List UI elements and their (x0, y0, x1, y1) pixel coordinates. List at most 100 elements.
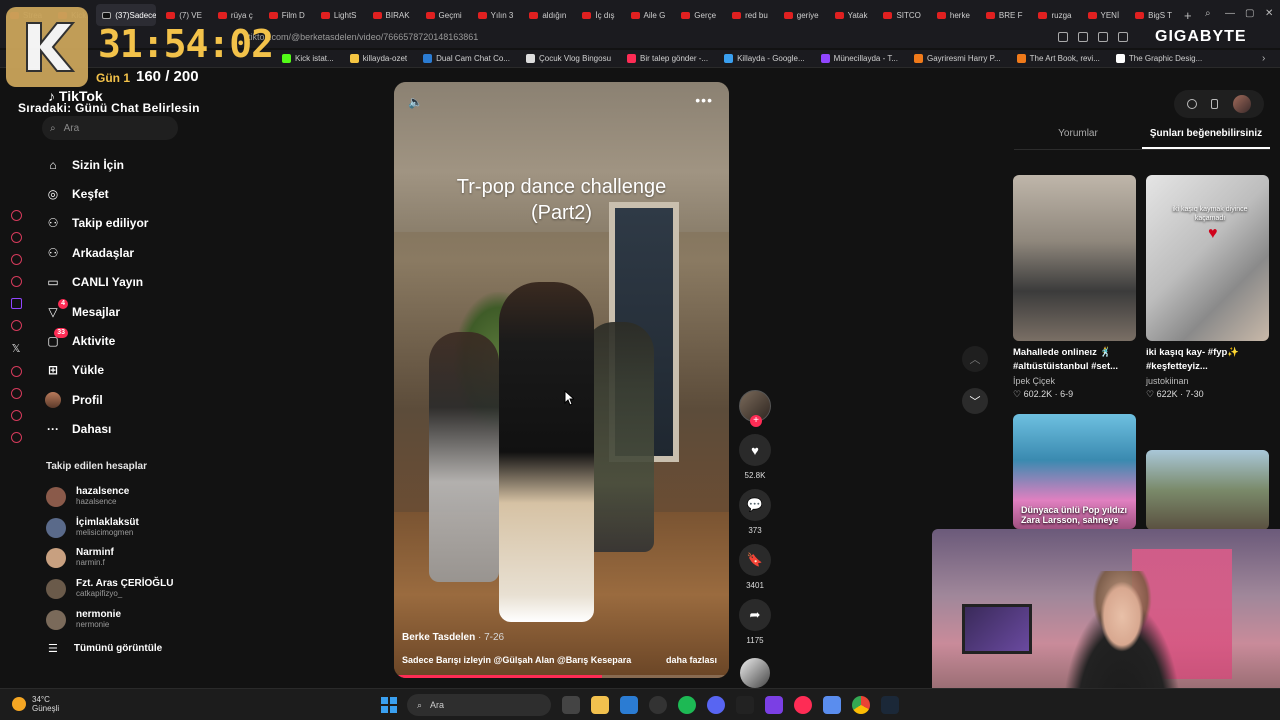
sidebar-app-icon[interactable] (10, 366, 22, 377)
video-author[interactable]: Berke Tasdelen · 7-26 (402, 632, 504, 643)
sidebar-item-activity[interactable]: ▢ 33 Aktivite (44, 326, 204, 355)
opera-icon[interactable] (794, 696, 812, 714)
bookmark-item[interactable]: Dual Cam Chat Co... (423, 54, 510, 63)
see-more-link[interactable]: daha fazlası (666, 655, 717, 665)
following-account[interactable]: nermonie nermonie (46, 604, 196, 635)
bookmark-item[interactable]: killayda-ozet (349, 54, 407, 63)
url-text[interactable]: tiktok.com/@berketasdelen/video/76665787… (248, 32, 478, 42)
weather-widget[interactable]: 34°C Güneşli (12, 695, 59, 713)
card-title[interactable]: Mahallede onlineız 🕺 #altıüstüistanbul #… (1013, 346, 1136, 374)
recommended-card[interactable]: Dünyaca ünlü Pop yıldızı Zara Larsson, s… (1013, 414, 1136, 529)
recommended-card[interactable]: Mahallede onlineız 🕺 #altıüstüistanbul #… (1013, 175, 1136, 400)
music-disc-icon[interactable] (740, 658, 770, 688)
sidebar-item-friends[interactable]: ⚇ Arkadaşlar (44, 238, 204, 267)
following-account[interactable]: Fzt. Aras ÇERİOĞLU catkapifizyo_ (46, 574, 196, 605)
taskbar-search[interactable]: ⌕ Ara (407, 694, 551, 716)
settings-icon[interactable] (10, 432, 22, 443)
sidebar-item-following[interactable]: ⚇ Takip ediliyor (44, 209, 204, 238)
browser-tab[interactable]: aldığın (523, 4, 572, 26)
recommended-card[interactable] (1146, 450, 1269, 530)
sidebar-item-home[interactable]: ⌂ Sizin İçin (44, 150, 204, 179)
card-title[interactable]: iki kaşıq kay- #fyp✨ #keşfetteyiz... (1146, 346, 1269, 374)
spotify-icon[interactable] (678, 696, 696, 714)
browser-tab[interactable]: SITCO (877, 4, 926, 26)
chevron-right-icon[interactable]: › (1262, 53, 1265, 64)
like-button[interactable]: ♥ (739, 434, 771, 466)
sidebar-item-upload[interactable]: ⊞ Yükle (44, 356, 204, 385)
bookmark-item[interactable]: The Graphic Desig... (1115, 54, 1202, 63)
app-icon[interactable] (765, 696, 783, 714)
bookmark-item[interactable]: The Art Book, revi... (1016, 54, 1100, 63)
sidebar-app-icon[interactable] (10, 320, 22, 331)
video-progress-bar[interactable] (394, 675, 729, 678)
minimize-icon[interactable]: — (1225, 8, 1235, 19)
task-view-icon[interactable] (562, 696, 580, 714)
sidebar-item-live[interactable]: ▭ CANLI Yayın (44, 268, 204, 297)
mail-icon[interactable] (620, 696, 638, 714)
following-account[interactable]: İçimlaklaksüt melisicimogmen (46, 513, 196, 544)
app-icon[interactable] (736, 696, 754, 714)
video-player[interactable]: Tr-pop dance challenge (Part2) 🔈 ••• Ber… (394, 82, 729, 678)
recommended-card[interactable]: iki kaşıq kaymak diyince kaçamadı ♥ iki … (1146, 175, 1269, 400)
bookmark-item[interactable]: Çocuk Vlog Bingosu (525, 54, 611, 63)
browser-tab[interactable]: herke (931, 4, 976, 26)
notepad-icon[interactable] (823, 696, 841, 714)
windows-start-icon[interactable] (381, 697, 397, 713)
history-icon[interactable] (10, 388, 22, 399)
user-avatar[interactable] (1232, 95, 1251, 113)
browser-tab[interactable]: BigS T (1129, 4, 1178, 26)
browser-tab[interactable]: geriye (778, 4, 825, 26)
browser-tab[interactable]: Yılın 3 (472, 4, 520, 26)
sidebar-item-compass[interactable]: ◎ Keşfet (44, 179, 204, 208)
previous-video-button[interactable]: ︿ (962, 346, 988, 372)
see-all-button[interactable]: ☰ Tümünü görüntüle (48, 642, 162, 655)
sidebar-app-icon[interactable] (10, 276, 22, 287)
tab-comments[interactable]: Yorumlar (1014, 122, 1142, 149)
compass-icon[interactable] (1187, 99, 1198, 109)
search-tabs-icon[interactable]: ⌕ (1205, 8, 1211, 19)
chrome-icon[interactable] (852, 696, 870, 714)
share-button[interactable]: ➦ (739, 599, 771, 631)
creator-avatar[interactable]: + (739, 390, 771, 427)
maximize-icon[interactable]: ▢ (1245, 8, 1254, 19)
following-account[interactable]: Narminf narmin.f (46, 543, 196, 574)
browser-tab[interactable]: LightS (315, 4, 363, 26)
steam-icon[interactable] (881, 696, 899, 714)
browser-tab[interactable]: Yatak (829, 4, 874, 26)
card-thumbnail[interactable] (1013, 175, 1136, 341)
bookmark-item[interactable]: Bir talep gönder -... (627, 54, 708, 63)
bookmark-item[interactable]: Killayda - Google... (724, 54, 805, 63)
phone-icon[interactable] (1211, 99, 1219, 109)
browser-tab[interactable]: ruzga (1032, 4, 1077, 26)
file-explorer-icon[interactable] (591, 696, 609, 714)
card-author[interactable]: justokiinan (1146, 376, 1269, 386)
sidebar-item-message[interactable]: ▽ 4 Mesajlar (44, 297, 204, 326)
sidebar-item-profile[interactable]: Profil (44, 385, 204, 414)
browser-tab[interactable]: Geçmi (420, 4, 468, 26)
browser-tab[interactable]: İç dış (576, 4, 620, 26)
sidebar-app-icon[interactable] (10, 254, 22, 265)
new-tab-icon[interactable]: + (1184, 8, 1192, 23)
extension-icon[interactable] (1078, 32, 1088, 42)
tab-recommended[interactable]: Şunları beğenebilirsiniz (1142, 122, 1270, 149)
browser-tab[interactable]: red bu (726, 4, 774, 26)
browser-tab[interactable]: Gerçe (675, 4, 722, 26)
bookmark-item[interactable]: Kick istat... (282, 54, 334, 63)
sidebar-app-icon[interactable] (10, 410, 22, 421)
following-account[interactable]: hazalsence hazalsence (46, 482, 196, 513)
close-window-icon[interactable]: ✕ (1265, 8, 1273, 19)
more-options-icon[interactable]: ••• (695, 92, 713, 108)
sidebar-item-more[interactable]: ··· Dahası (44, 415, 204, 444)
card-thumbnail[interactable] (1146, 450, 1269, 530)
bookmark-item[interactable]: Münecillayda - T... (820, 54, 898, 63)
follow-plus-icon[interactable]: + (750, 415, 762, 427)
obs-icon[interactable] (649, 696, 667, 714)
browser-tab[interactable]: BRE F (980, 4, 1029, 26)
sidebar-app-icon[interactable] (10, 232, 22, 243)
discord-icon[interactable] (707, 696, 725, 714)
twitch-icon[interactable] (10, 298, 22, 309)
next-video-button[interactable]: ﹀ (962, 388, 988, 414)
volume-icon[interactable]: 🔈 (408, 95, 423, 109)
sidebar-app-icon[interactable] (10, 210, 22, 221)
shield-icon[interactable] (1098, 32, 1108, 42)
